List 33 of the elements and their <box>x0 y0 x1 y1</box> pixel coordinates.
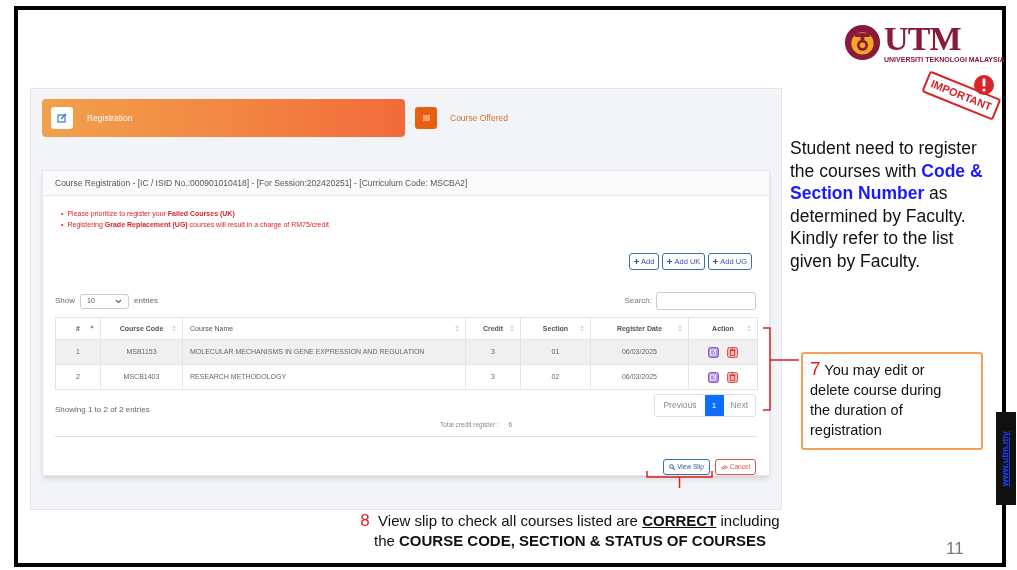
eye-slash-icon <box>720 464 728 470</box>
footer-text: 8 View slip to check all courses listed are CORRECT including <box>360 511 780 531</box>
sort-ascending-icon <box>90 325 94 332</box>
instruction-text: Student need to register the courses with Code & Section Number as determined by Faculty. Kindly refer to the list given by Faculty. <box>790 137 984 272</box>
plus-icon <box>667 259 673 265</box>
sort-icon <box>678 325 682 333</box>
edit-icon[interactable] <box>708 346 719 358</box>
page-number: 11 <box>946 538 964 560</box>
plus-icon <box>713 259 719 265</box>
sort-icon <box>747 325 751 333</box>
sort-icon <box>510 325 514 333</box>
edit-icon[interactable] <box>708 371 719 383</box>
emblem-icon <box>844 24 881 61</box>
search-field[interactable] <box>656 292 756 311</box>
delete-icon[interactable] <box>727 346 738 358</box>
sort-icon <box>172 325 176 333</box>
edit-icon <box>57 113 67 123</box>
logo-wordmark: UTM <box>884 22 962 56</box>
sort-icon <box>580 325 584 333</box>
entries-label: entries <box>134 295 159 308</box>
chevron-down-icon <box>115 298 122 304</box>
show-label: Show <box>55 295 75 308</box>
card-title: Course Registration - [IC / ISID No.:000901010418] - [For Session:202420251] - [Curriculum Code: MSCBA2] <box>55 176 468 190</box>
plus-icon <box>634 259 640 265</box>
delete-icon[interactable] <box>727 371 738 383</box>
search-label: Search: <box>624 295 652 308</box>
footer-text: the COURSE CODE, SECTION & STATUS OF COURSES <box>374 531 766 551</box>
sort-icon <box>455 325 459 333</box>
search-icon <box>669 464 676 470</box>
table-info: Showing 1 to 2 of 2 entries <box>55 404 150 417</box>
bracket-line <box>646 470 713 489</box>
callout-text: 7 You may edit or delete course during the duration of registration <box>810 359 943 440</box>
list-icon <box>422 115 430 121</box>
